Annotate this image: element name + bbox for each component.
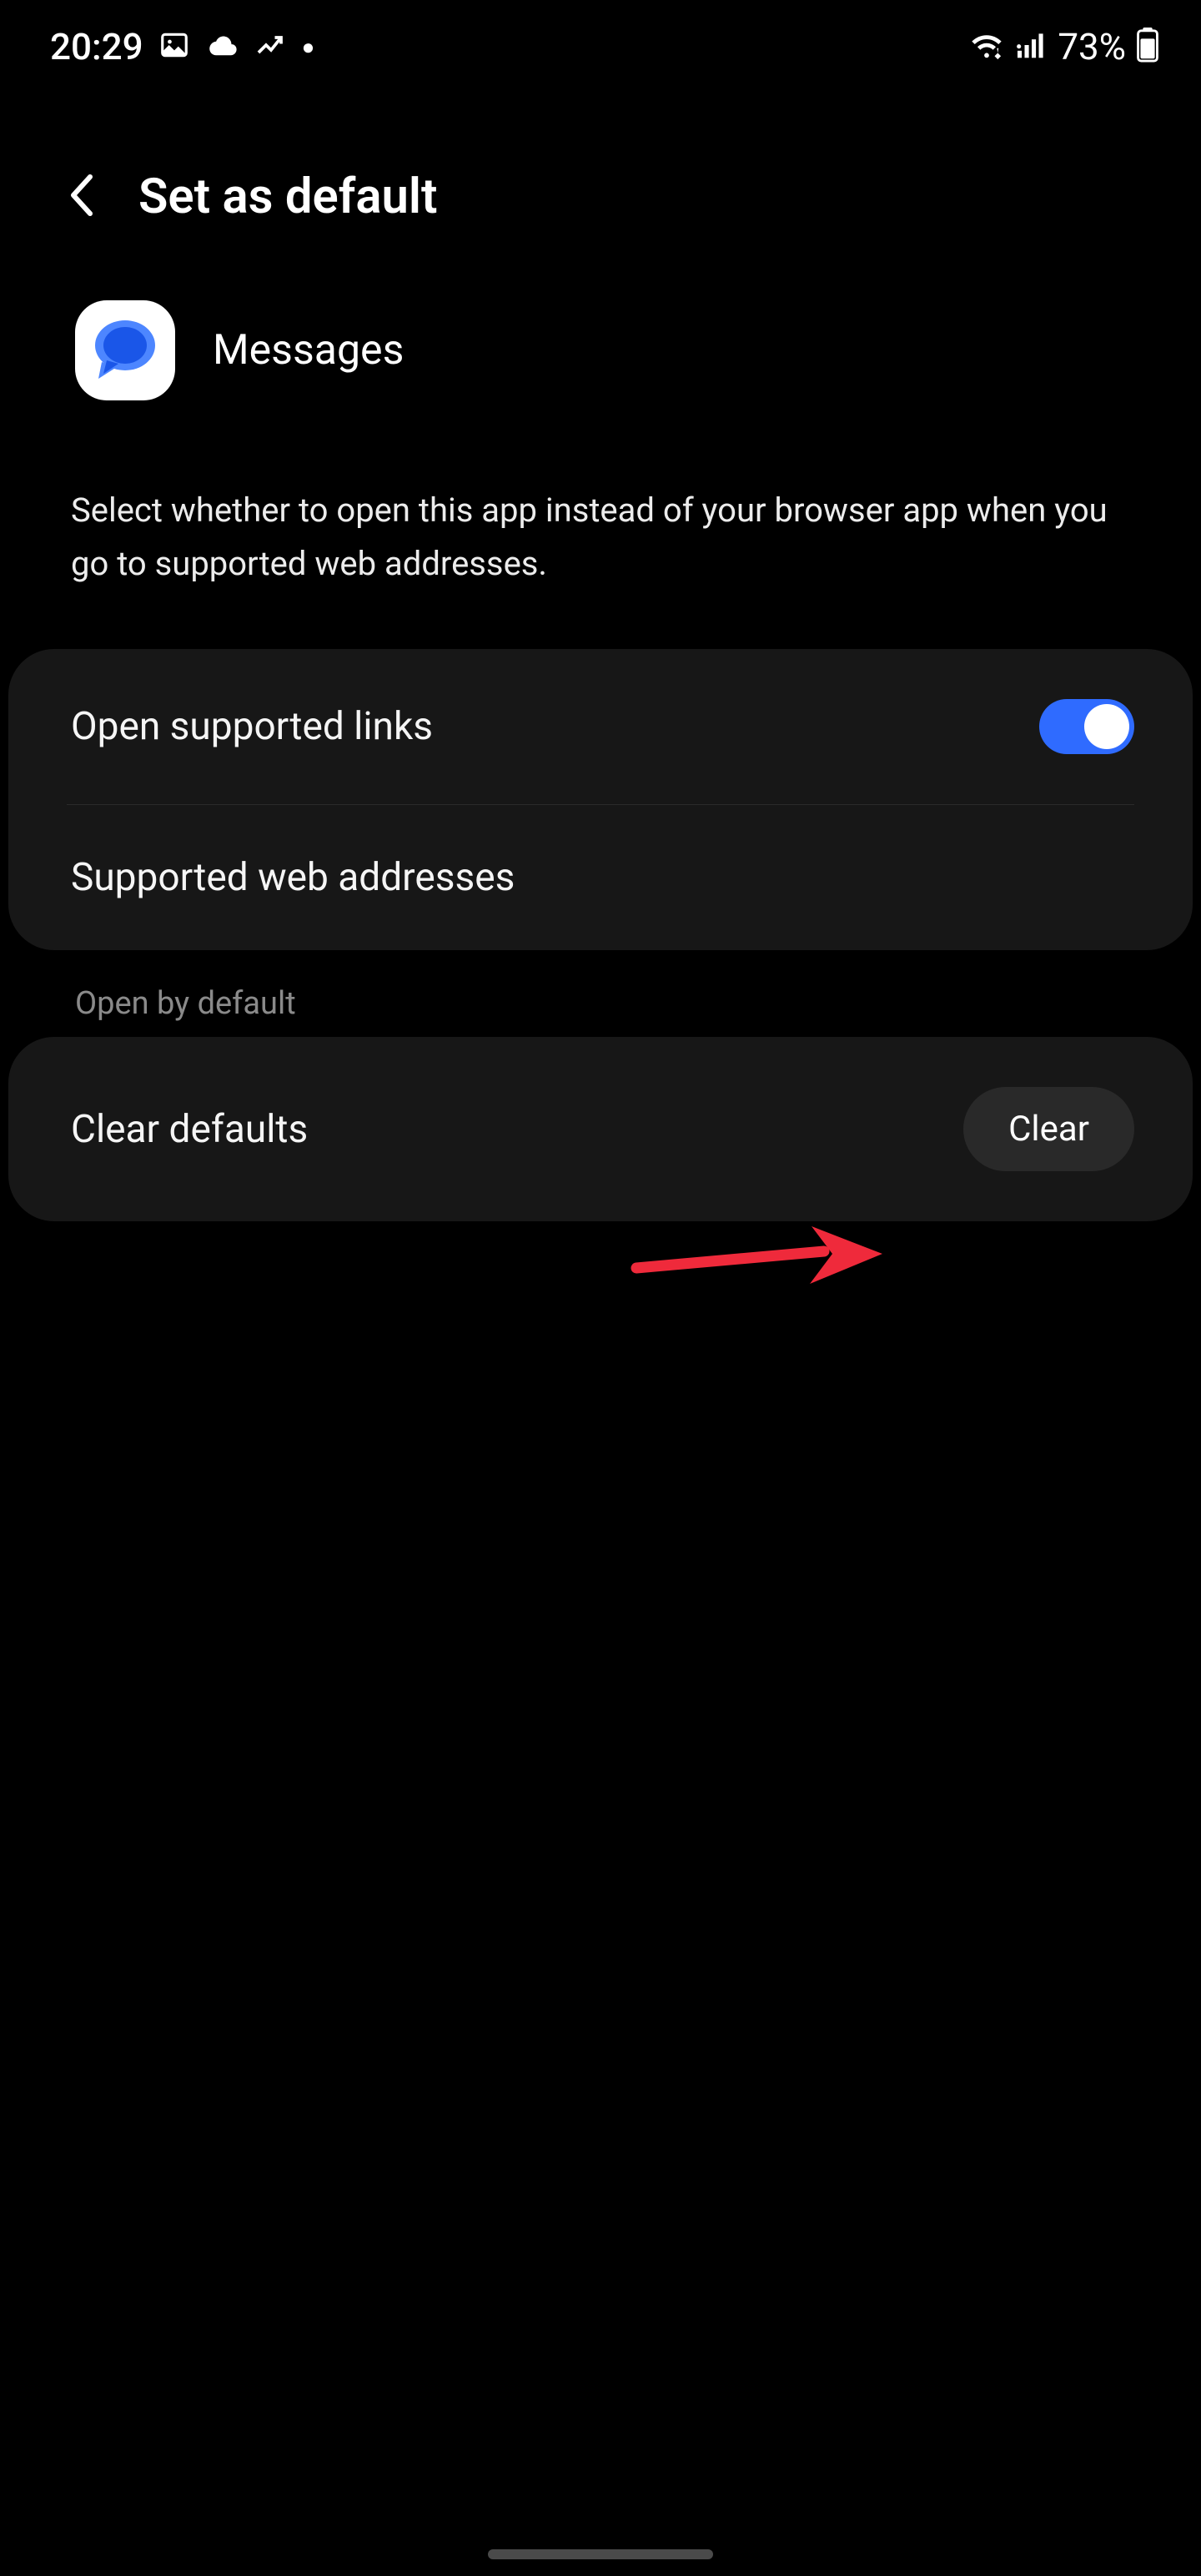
chart-up-icon: [255, 33, 287, 61]
supported-web-addresses-label: Supported web addresses: [71, 855, 515, 900]
open-supported-links-label: Open supported links: [71, 704, 433, 749]
supported-web-addresses-row[interactable]: Supported web addresses: [8, 805, 1193, 950]
clear-button[interactable]: Clear: [963, 1087, 1134, 1171]
wifi-icon: [967, 29, 1006, 64]
page-description: Select whether to open this app instead …: [0, 450, 1201, 632]
status-right: 73%: [967, 25, 1159, 68]
clear-defaults-panel: Clear defaults Clear: [8, 1037, 1193, 1221]
open-supported-links-toggle[interactable]: [1039, 699, 1134, 754]
status-bar: 20:29 ● 73%: [0, 0, 1201, 85]
clear-defaults-label: Clear defaults: [71, 1107, 308, 1152]
image-icon: [158, 29, 190, 64]
dot-icon: ●: [302, 34, 315, 60]
app-name: Messages: [213, 326, 404, 375]
links-panel: Open supported links Supported web addre…: [8, 649, 1193, 950]
cloud-icon: [205, 33, 240, 61]
nav-handle[interactable]: [488, 2549, 713, 2559]
page-header: Set as default: [0, 85, 1201, 267]
status-time: 20:29: [50, 25, 143, 68]
clear-defaults-row: Clear defaults Clear: [8, 1037, 1193, 1221]
open-supported-links-row[interactable]: Open supported links: [8, 649, 1193, 804]
battery-percentage: 73%: [1058, 25, 1126, 68]
app-info-row: Messages: [0, 267, 1201, 450]
open-by-default-header: Open by default: [0, 950, 1201, 1037]
toggle-thumb: [1084, 704, 1129, 749]
signal-icon: [1016, 31, 1048, 63]
battery-icon: [1136, 28, 1159, 66]
back-icon[interactable]: [67, 172, 97, 222]
app-icon: [75, 300, 175, 400]
status-left: 20:29 ●: [50, 25, 314, 68]
page-title: Set as default: [138, 169, 437, 225]
